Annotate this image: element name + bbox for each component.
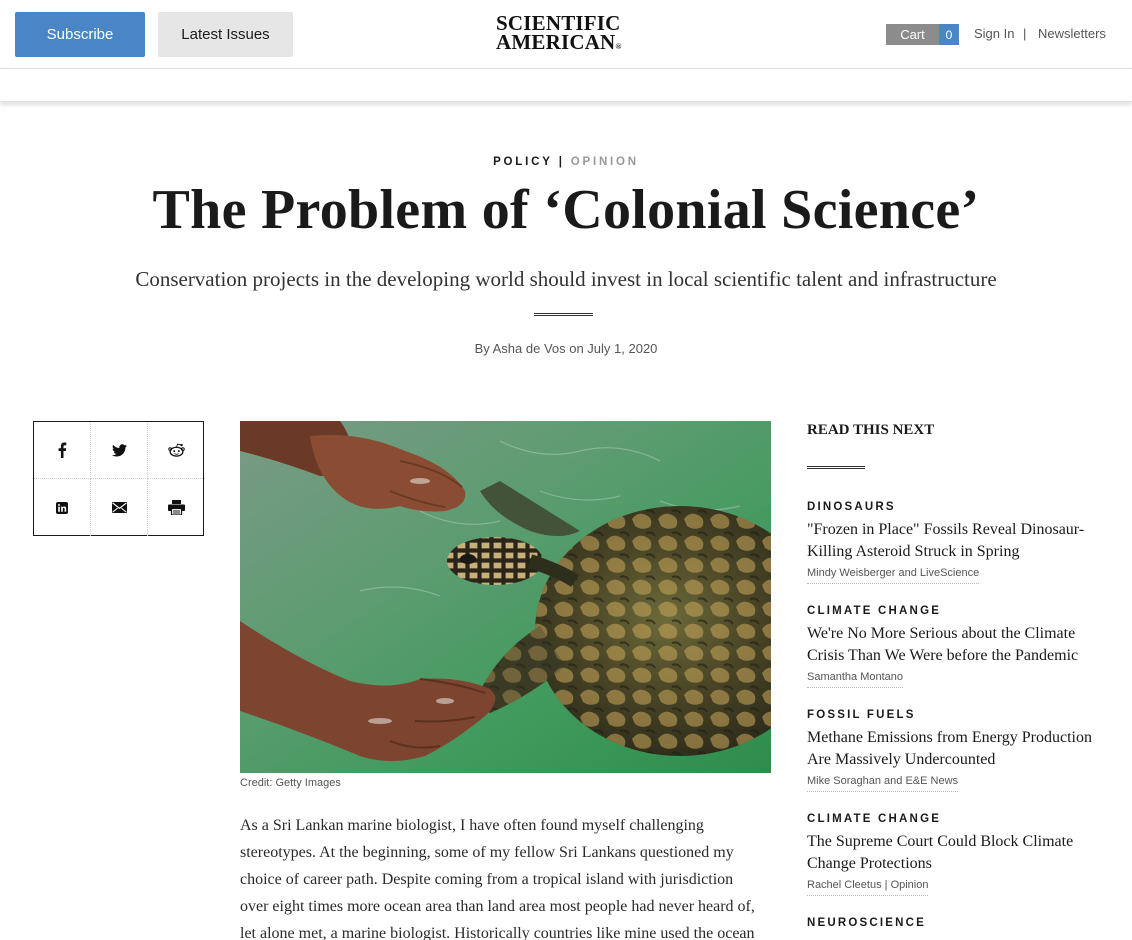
share-panel — [33, 421, 205, 536]
read-next-author: Samantha Montano — [807, 671, 904, 688]
article-hero-image — [240, 421, 771, 773]
site-header: Subscribe Latest Issues SCIENTIFIC AMERI… — [0, 0, 1132, 69]
newsletters-link[interactable]: Newsletters — [1038, 26, 1106, 41]
read-next-category[interactable]: FOSSIL FUELS — [807, 709, 1107, 724]
article-title: The Problem of ‘Colonial Science’ — [152, 179, 980, 241]
subscribe-button[interactable]: Subscribe — [15, 12, 145, 57]
read-next-category[interactable]: DINOSAURS — [807, 501, 1107, 516]
sea-turtle-photo — [240, 421, 771, 773]
kicker-separator: | — [558, 156, 565, 168]
facebook-icon — [58, 442, 67, 458]
read-next-author: Mindy Weisberger and LiveScience — [807, 567, 980, 584]
share-reddit-button[interactable] — [148, 422, 205, 479]
read-next-category[interactable]: NEUROSCIENCE — [807, 917, 1107, 932]
body-line: let alone met, a marine biologist. Histo… — [240, 925, 755, 940]
cart-count-badge: 0 — [939, 24, 959, 45]
body-line: choice of career path. Despite coming fr… — [240, 871, 734, 888]
article-byline: By Asha de Vos on July 1, 2020 — [474, 341, 658, 356]
linkedin-icon — [56, 501, 68, 514]
latest-issues-button[interactable]: Latest Issues — [158, 12, 293, 57]
sign-in-link[interactable]: Sign In — [974, 26, 1014, 41]
article-body: As a Sri Lankan marine biologist, I have… — [240, 812, 770, 940]
read-next-title-link[interactable]: Methane Emissions from Energy Production… — [807, 727, 1107, 771]
read-next-author: Rachel Cleetus | Opinion — [807, 879, 929, 896]
body-line: As a Sri Lankan marine biologist, I have… — [240, 817, 704, 834]
twitter-icon — [111, 443, 127, 456]
read-next-title-link[interactable]: We're No More Serious about the Climate … — [807, 623, 1107, 667]
logo-line-2: AMERICAN® — [496, 30, 636, 56]
read-next-category[interactable]: CLIMATE CHANGE — [807, 813, 1107, 828]
read-next-item: CLIMATE CHANGE The Supreme Court Could B… — [807, 813, 1107, 896]
body-line: stereotypes. At the beginning, some of m… — [240, 844, 734, 861]
share-print-button[interactable] — [148, 479, 205, 536]
read-this-next-divider — [807, 466, 865, 469]
sub-navigation-bar — [0, 69, 1132, 102]
site-logo[interactable]: SCIENTIFIC AMERICAN® — [496, 13, 636, 56]
share-twitter-button[interactable] — [91, 422, 148, 479]
read-next-title-link[interactable]: "Frozen in Place" Fossils Reveal Dinosau… — [807, 519, 1107, 563]
section-link[interactable]: OPINION — [571, 156, 639, 168]
title-divider — [534, 313, 593, 316]
cart-label: Cart — [886, 24, 939, 45]
read-next-item: FOSSIL FUELS Methane Emissions from Ener… — [807, 709, 1107, 792]
category-link[interactable]: POLICY — [493, 156, 553, 168]
email-icon — [111, 502, 127, 513]
article-kicker: POLICY | OPINION — [0, 156, 1132, 168]
body-line: over eight times more ocean area than la… — [240, 898, 755, 915]
reddit-icon — [168, 443, 185, 457]
logo-line-2-text: AMERICAN — [496, 30, 616, 54]
image-credit: Credit: Getty Images — [240, 777, 341, 789]
read-next-author: Mike Soraghan and E&E News — [807, 775, 959, 792]
share-facebook-button[interactable] — [34, 422, 91, 479]
print-icon — [168, 500, 185, 515]
share-email-button[interactable] — [91, 479, 148, 536]
read-next-category[interactable]: CLIMATE CHANGE — [807, 605, 1107, 620]
read-this-next-heading: READ THIS NEXT — [807, 422, 935, 438]
read-next-item: CLIMATE CHANGE We're No More Serious abo… — [807, 605, 1107, 688]
article-subtitle: Conservation projects in the developing … — [135, 267, 997, 291]
logo-registered-mark: ® — [615, 42, 622, 51]
read-next-item: DINOSAURS "Frozen in Place" Fossils Reve… — [807, 501, 1107, 584]
cart-button[interactable]: Cart 0 — [886, 24, 959, 45]
read-next-item: NEUROSCIENCE — [807, 917, 1107, 932]
header-separator: | — [1023, 26, 1027, 41]
share-linkedin-button[interactable] — [34, 479, 91, 536]
read-next-title-link[interactable]: The Supreme Court Could Block Climate Ch… — [807, 831, 1107, 875]
